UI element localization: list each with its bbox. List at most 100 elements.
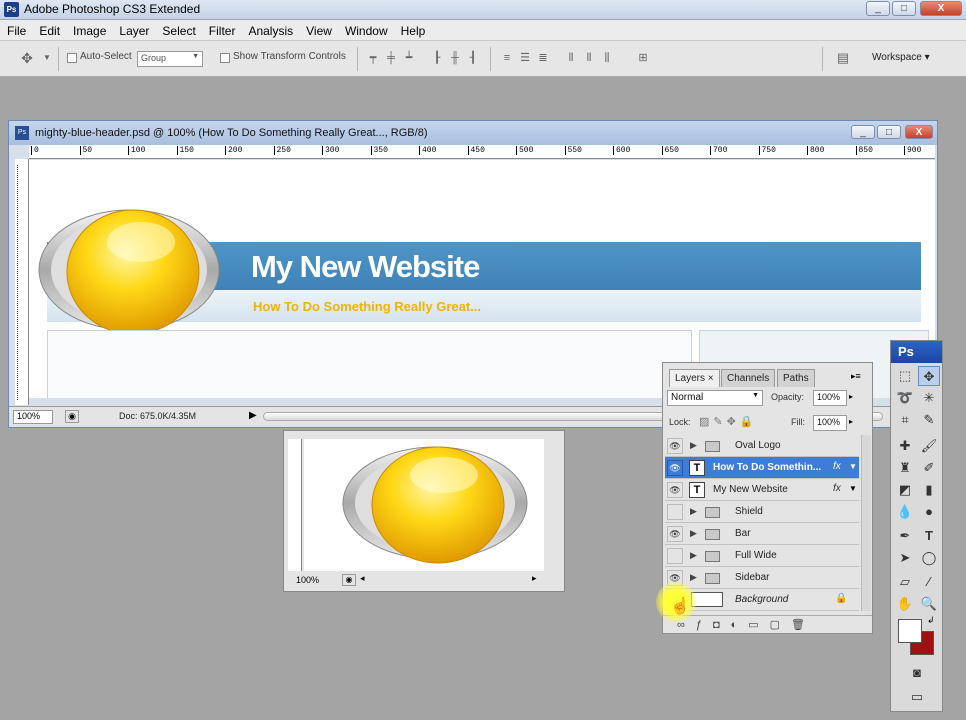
layer-row-bar[interactable]: 👁 ▶ Bar [665, 523, 859, 545]
foreground-color-swatch[interactable] [898, 619, 922, 643]
menu-file[interactable]: File [0, 20, 32, 40]
shape-tool-icon[interactable]: ◯ [918, 548, 940, 568]
expand-triangle-icon[interactable]: ▶ [690, 550, 697, 561]
brush-tool-icon[interactable]: 🖌 [918, 436, 940, 456]
tab-channels[interactable]: Channels [721, 369, 776, 387]
dodge-tool-icon[interactable]: ● [918, 502, 940, 522]
distribute-bottom-icon[interactable]: ≣ [536, 51, 550, 65]
align-hcenter-icon[interactable]: ╫ [448, 51, 462, 65]
blur-tool-icon[interactable]: 💧 [894, 502, 916, 522]
lock-icons[interactable]: ▨✎✥🔒 [699, 415, 758, 428]
doc2-status-menu-icon[interactable]: ◉ [342, 574, 356, 586]
visibility-toggle[interactable] [667, 548, 683, 564]
eyedropper-tool-icon[interactable]: ⁄ [918, 572, 940, 592]
expand-triangle-icon[interactable]: ▶ [690, 440, 697, 451]
move-tool-icon[interactable]: ✥ [20, 51, 34, 65]
visibility-eye-icon[interactable]: 👁 [667, 460, 683, 476]
distribute-left-icon[interactable]: ⫴ [564, 51, 578, 65]
status-arrow-icon[interactable]: ▶ [249, 410, 257, 421]
vertical-ruler[interactable] [15, 159, 29, 405]
panel-menu-icon[interactable]: ▸≡ [851, 371, 861, 382]
opacity-arrow-icon[interactable]: ▸ [849, 392, 853, 401]
doc2-zoom-field[interactable]: 100% [288, 573, 328, 587]
swap-colors-icon[interactable]: ↲ [927, 615, 935, 626]
healing-tool-icon[interactable]: ✚ [894, 436, 916, 456]
pen-tool-icon[interactable]: ✒ [894, 526, 916, 546]
stamp-tool-icon[interactable]: ♜ [894, 458, 916, 478]
doc2-scroll-left-icon[interactable]: ◂ [360, 573, 365, 584]
layer-row-subtitle-text[interactable]: 👁 T How To Do Somethin... fx ▼ [665, 457, 859, 479]
menu-help[interactable]: Help [394, 20, 432, 40]
close-button[interactable]: X [920, 1, 962, 16]
align-top-icon[interactable]: ┯ [366, 51, 380, 65]
workspace-button[interactable]: Workspace ▾ [872, 52, 930, 63]
auto-select-checkbox[interactable] [67, 53, 77, 63]
horizontal-ruler[interactable]: 0 50 100 150 200 250 300 350 400 450 500 550 600 650 7… [29, 145, 935, 159]
marquee-tool-icon[interactable]: ⬚ [894, 366, 916, 386]
menu-layer[interactable]: Layer [112, 20, 155, 40]
zoom-tool-icon[interactable]: 🔍 [918, 594, 940, 614]
layer-row-title-text[interactable]: 👁 T My New Website fx ▼ [665, 479, 859, 501]
align-right-icon[interactable]: ┨ [466, 51, 480, 65]
visibility-toggle[interactable] [667, 504, 683, 520]
notes-tool-icon[interactable]: ▱ [894, 572, 916, 592]
tab-paths[interactable]: Paths [777, 369, 815, 387]
align-bottom-icon[interactable]: ┷ [402, 51, 416, 65]
document-title-bar[interactable]: Ps mighty-blue-header.psd @ 100% (How To… [9, 121, 937, 145]
fx-icon[interactable]: fx [833, 461, 841, 472]
history-brush-icon[interactable]: ✐ [918, 458, 940, 478]
crop-tool-icon[interactable]: ⌗ [894, 410, 916, 430]
menu-filter[interactable]: Filter [202, 20, 242, 40]
screen-mode-icon[interactable]: ▭ [905, 687, 929, 707]
zoom-field[interactable]: 100% [13, 410, 53, 424]
magic-wand-icon[interactable]: ✳ [918, 388, 940, 408]
menu-select[interactable]: Select [155, 20, 201, 40]
align-left-icon[interactable]: ┠ [430, 51, 444, 65]
menu-view[interactable]: View [299, 20, 338, 40]
layers-footer-toolbar[interactable]: ∞ƒ◘◐▭▢🗑 [663, 615, 872, 633]
doc2-vertical-ruler[interactable] [288, 439, 302, 571]
tab-layers[interactable]: Layers × [669, 369, 720, 387]
lasso-tool-icon[interactable]: ➰ [894, 388, 916, 408]
menu-edit[interactable]: Edit [32, 20, 66, 40]
hand-tool-icon[interactable]: ✋ [894, 594, 916, 614]
show-transform-checkbox[interactable] [220, 53, 230, 63]
tool-preset-dropdown-icon[interactable]: ▼ [40, 51, 54, 65]
slice-tool-icon[interactable]: ✎ [918, 410, 940, 430]
visibility-eye-icon[interactable]: 👁 [667, 526, 683, 542]
layer-row-sidebar[interactable]: 👁 ▶ Sidebar [665, 567, 859, 589]
expand-triangle-icon[interactable]: ▶ [690, 572, 697, 583]
fill-arrow-icon[interactable]: ▸ [849, 417, 853, 426]
menu-image[interactable]: Image [66, 20, 112, 40]
distribute-top-icon[interactable]: ≡ [500, 51, 514, 65]
expand-triangle-icon[interactable]: ▶ [690, 528, 697, 539]
layer-row-oval-logo[interactable]: 👁 ▶ Oval Logo [665, 435, 859, 457]
opacity-field[interactable]: 100% [813, 390, 847, 406]
menu-window[interactable]: Window [338, 20, 394, 40]
gradient-tool-icon[interactable]: ▮ [918, 480, 940, 500]
status-menu-icon[interactable]: ◉ [65, 410, 79, 423]
distribute-vcenter-icon[interactable]: ☰ [518, 51, 532, 65]
maximize-button[interactable]: □ [892, 1, 916, 16]
fx-icon[interactable]: fx [833, 483, 841, 494]
quick-mask-icon[interactable]: ◙ [905, 663, 929, 683]
doc2-scroll-right-icon[interactable]: ▸ [532, 573, 537, 584]
auto-select-mode-select[interactable]: Group ▼ [137, 51, 203, 67]
align-vcenter-icon[interactable]: ╪ [384, 51, 398, 65]
distribute-right-icon[interactable]: ⫼ [600, 51, 614, 65]
auto-align-icon[interactable]: ⊞ [636, 51, 650, 65]
doc2-canvas[interactable] [304, 439, 544, 571]
effects-expand-icon[interactable]: ▼ [849, 462, 857, 471]
layer-row-full-wide[interactable]: ▶ Full Wide [665, 545, 859, 567]
path-select-icon[interactable]: ➤ [894, 548, 916, 568]
minimize-button[interactable]: _ [866, 1, 890, 16]
visibility-eye-icon[interactable]: 👁 [667, 438, 683, 454]
doc-close-button[interactable]: X [905, 125, 933, 139]
effects-expand-icon[interactable]: ▼ [849, 484, 857, 493]
blend-mode-select[interactable]: Normal ▼ [667, 390, 763, 406]
move-tool-icon[interactable]: ✥ [918, 366, 940, 386]
visibility-eye-icon[interactable]: 👁 [667, 482, 683, 498]
palette-well-icon[interactable]: ▤ [834, 51, 852, 65]
layer-row-shield[interactable]: ▶ Shield [665, 501, 859, 523]
distribute-hcenter-icon[interactable]: ⦀ [582, 51, 596, 65]
